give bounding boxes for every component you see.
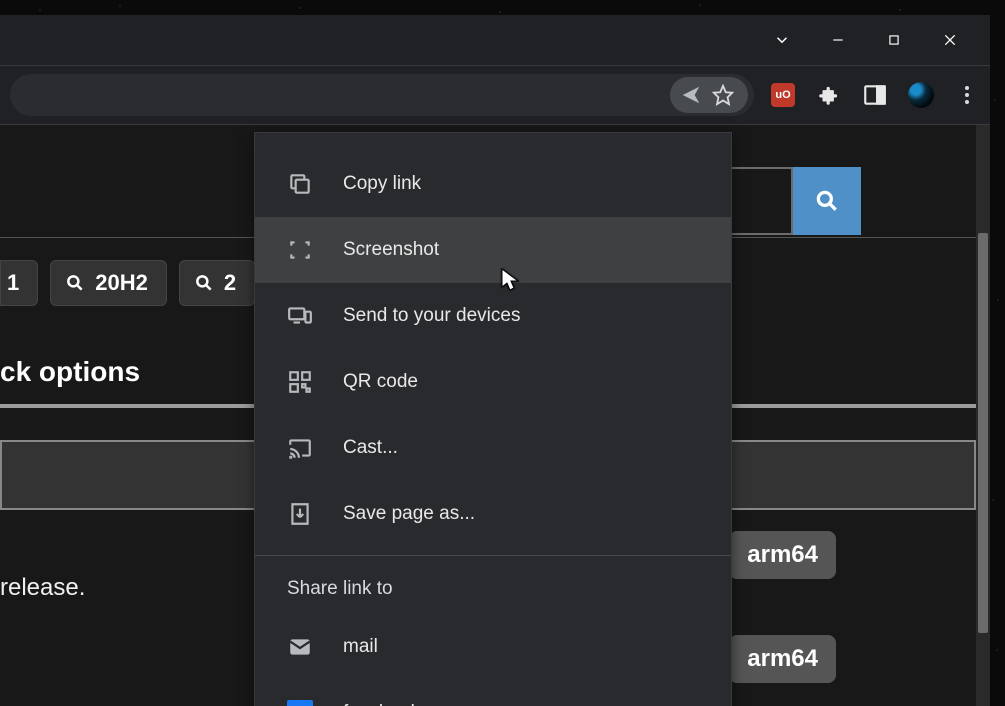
avatar-image (908, 82, 934, 108)
menu-item-copy-link[interactable]: Copy link (255, 151, 731, 217)
qr-icon (287, 369, 313, 395)
magnifier-icon (194, 273, 214, 293)
bookmark-star-icon[interactable] (712, 84, 734, 106)
sidepanel-icon[interactable] (862, 82, 888, 108)
profile-avatar[interactable] (908, 82, 934, 108)
share-menu-popup: Copy link Screenshot Send to your device… (254, 132, 732, 706)
menu-item-send-devices[interactable]: Send to your devices (255, 283, 731, 349)
browser-overflow-menu-icon[interactable] (954, 82, 980, 108)
titlebar (0, 15, 990, 65)
download-pill[interactable]: arm64 (729, 531, 836, 579)
menu-item-label: Send to your devices (343, 305, 520, 327)
ublock-extension-icon[interactable]: uO (770, 82, 796, 108)
minimize-button[interactable] (824, 26, 852, 54)
extensions-puzzle-icon[interactable] (816, 82, 842, 108)
magnifier-icon (814, 188, 840, 214)
scrollbar-thumb[interactable] (978, 233, 988, 633)
share-link-heading: Share link to (255, 556, 731, 614)
menu-item-label: Save page as... (343, 503, 475, 525)
share-target-mail[interactable]: mail (255, 614, 731, 680)
menu-item-save-page[interactable]: Save page as... (255, 481, 731, 547)
maximize-button[interactable] (880, 26, 908, 54)
screenshot-icon (287, 237, 313, 263)
share-target-label: mail (343, 636, 378, 658)
close-button[interactable] (936, 26, 964, 54)
vertical-scrollbar[interactable] (976, 125, 990, 706)
devices-icon (287, 303, 313, 329)
chip-label: 1 (7, 270, 19, 296)
copy-icon (287, 171, 313, 197)
magnifier-icon (65, 273, 85, 293)
tab-search-chevron-icon[interactable] (768, 26, 796, 54)
mail-icon (287, 634, 313, 660)
menu-item-screenshot[interactable]: Screenshot (255, 217, 731, 283)
share-button[interactable] (670, 77, 748, 113)
save-icon (287, 501, 313, 527)
share-target-label: facebook (343, 702, 420, 706)
filter-chip[interactable]: 1 (0, 260, 38, 306)
menu-item-label: Cast... (343, 437, 398, 459)
address-bar[interactable] (10, 74, 754, 116)
menu-item-label: Copy link (343, 173, 421, 195)
search-button[interactable] (793, 167, 861, 235)
filter-chip[interactable]: 2 (179, 260, 255, 306)
ublock-badge: uO (771, 83, 795, 107)
filter-chip[interactable]: 20H2 (50, 260, 167, 306)
facebook-icon (287, 700, 313, 706)
menu-item-qr-code[interactable]: QR code (255, 349, 731, 415)
chip-label: 2 (224, 270, 236, 296)
menu-item-cast[interactable]: Cast... (255, 415, 731, 481)
menu-item-label: Screenshot (343, 239, 439, 261)
chip-label: 20H2 (95, 270, 148, 296)
toolbar-row: uO (0, 65, 990, 125)
download-pill[interactable]: arm64 (729, 635, 836, 683)
send-icon (680, 84, 702, 106)
share-target-facebook[interactable]: facebook (255, 680, 731, 706)
toolbar-extension-area: uO (754, 82, 980, 108)
cast-icon (287, 435, 313, 461)
menu-item-label: QR code (343, 371, 418, 393)
